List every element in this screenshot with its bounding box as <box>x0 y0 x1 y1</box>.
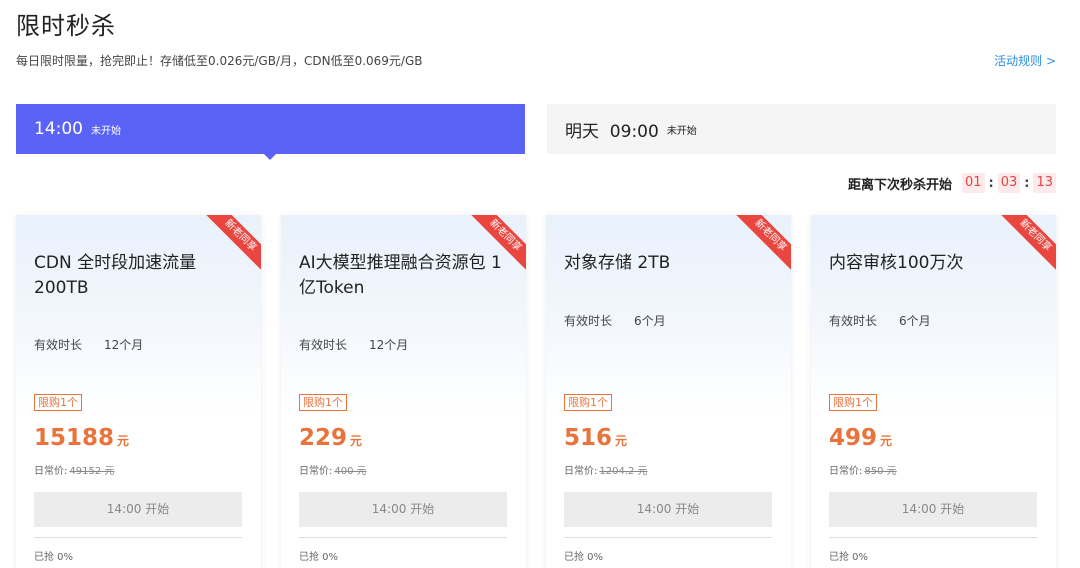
original-price-label: 日常价: <box>829 466 863 477</box>
product-card-ai-token: 新老同享 AI大模型推理融合资源包 1亿Token 有效时长 12个月 限购1个 … <box>281 215 526 568</box>
original-price-label: 日常价: <box>299 466 333 477</box>
price-number: 499 <box>829 425 878 451</box>
buy-button[interactable]: 14:00 开始 <box>829 492 1037 527</box>
price-unit: 元 <box>880 434 893 448</box>
purchase-limit-badge: 限购1个 <box>34 394 82 411</box>
session-tab-1400[interactable]: 14:00 未开始 <box>16 104 525 154</box>
countdown-minutes: 03 <box>997 173 1021 193</box>
page-subtitle: 每日限时限量，抢完即止！存储低至0.026元/GB/月，CDN低至0.069元/… <box>16 54 423 68</box>
product-name: CDN 全时段加速流量 200TB <box>34 253 197 298</box>
duration-value: 6个月 <box>899 314 931 328</box>
divider <box>564 537 772 538</box>
divider <box>299 537 507 538</box>
price-number: 229 <box>299 425 348 451</box>
sale-price: 229 元 <box>299 425 362 451</box>
duration-label: 有效时长 <box>564 314 613 328</box>
original-price: 日常价: 49152 元 <box>34 462 114 477</box>
divider <box>34 537 242 538</box>
divider <box>829 537 1037 538</box>
buy-button[interactable]: 14:00 开始 <box>34 492 242 527</box>
product-card-cdn: 新老同享 CDN 全时段加速流量 200TB 有效时长 12个月 限购1个 151… <box>16 215 261 568</box>
duration-row: 有效时长 12个月 <box>34 336 143 353</box>
session-status: 未开始 <box>666 125 697 137</box>
activity-rules-link[interactable]: 活动规则 > <box>994 52 1056 69</box>
session-time: 明天 09:00 <box>565 121 659 142</box>
product-card-object-storage: 新老同享 对象存储 2TB 有效时长 6个月 限购1个 516 元 日常价: 1204… <box>546 215 791 568</box>
purchase-limit-badge: 限购1个 <box>829 394 877 411</box>
price-number: 15188 <box>34 425 115 451</box>
original-price: 日常价: 1204.2 元 <box>564 462 648 477</box>
session-tab-tomorrow-0900[interactable]: 明天 09:00 未开始 <box>547 104 1056 154</box>
original-price: 日常价: 850 元 <box>829 462 897 477</box>
price-unit: 元 <box>350 434 363 448</box>
countdown-separator: : <box>988 175 994 191</box>
sale-price: 516 元 <box>564 425 627 451</box>
price-unit: 元 <box>117 434 130 448</box>
duration-label: 有效时长 <box>299 338 348 352</box>
sale-price: 15188 元 <box>34 425 129 451</box>
original-price-value: 850 元 <box>864 466 897 477</box>
duration-row: 有效时长 12个月 <box>299 336 408 353</box>
product-name: 对象存储 2TB <box>564 253 671 273</box>
duration-value: 12个月 <box>369 338 409 352</box>
duration-label: 有效时长 <box>34 338 83 352</box>
original-price-value: 400 元 <box>334 466 367 477</box>
sold-percentage: 已抢 0% <box>564 552 604 563</box>
countdown-hours: 01 <box>961 173 985 193</box>
sold-percentage: 已抢 0% <box>829 552 869 563</box>
purchase-limit-badge: 限购1个 <box>564 394 612 411</box>
original-price-label: 日常价: <box>34 466 68 477</box>
original-price-label: 日常价: <box>564 466 598 477</box>
product-name: AI大模型推理融合资源包 1亿Token <box>299 253 502 298</box>
original-price-value: 1204.2 元 <box>599 466 648 477</box>
buy-button[interactable]: 14:00 开始 <box>564 492 772 527</box>
sold-percentage: 已抢 0% <box>299 552 339 563</box>
countdown-seconds: 13 <box>1033 173 1056 193</box>
price-number: 516 <box>564 425 613 451</box>
countdown-label: 距离下次秒杀开始 <box>847 177 952 193</box>
session-time: 14:00 <box>34 119 83 139</box>
duration-value: 6个月 <box>634 314 666 328</box>
original-price: 日常价: 400 元 <box>299 462 367 477</box>
sale-price: 499 元 <box>829 425 892 451</box>
sold-percentage: 已抢 0% <box>34 552 74 563</box>
product-name: 内容审核100万次 <box>829 253 964 273</box>
duration-value: 12个月 <box>104 338 144 352</box>
duration-row: 有效时长 6个月 <box>829 312 931 329</box>
duration-label: 有效时长 <box>829 314 878 328</box>
duration-row: 有效时长 6个月 <box>564 312 666 329</box>
product-card-content-moderation: 新老同享 内容审核100万次 有效时长 6个月 限购1个 499 元 日常价: 850… <box>811 215 1056 568</box>
countdown-separator: : <box>1024 175 1030 191</box>
buy-button[interactable]: 14:00 开始 <box>299 492 507 527</box>
price-unit: 元 <box>615 434 628 448</box>
original-price-value: 49152 元 <box>69 466 115 477</box>
active-session-arrow-icon <box>264 154 276 160</box>
page-title: 限时秒杀 <box>16 12 116 40</box>
countdown-timer: 距离下次秒杀开始 01 : 03 : 13 <box>848 173 1056 193</box>
purchase-limit-badge: 限购1个 <box>299 394 347 411</box>
session-status: 未开始 <box>91 125 121 137</box>
